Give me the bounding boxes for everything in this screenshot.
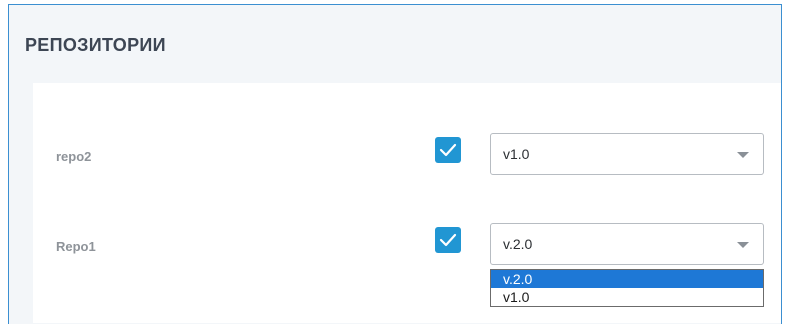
checkmark-icon <box>439 233 457 247</box>
repo1-version-value: v.2.0 <box>503 236 533 252</box>
repo2-version-value: v1.0 <box>503 146 530 162</box>
repo2-checkbox[interactable] <box>435 137 461 163</box>
repo2-version-select[interactable]: v1.0 <box>490 133 764 175</box>
panel-title: РЕПОЗИТОРИИ <box>25 35 166 55</box>
chevron-down-icon <box>737 242 749 248</box>
dropdown-option-v2[interactable]: v.2.0 <box>491 270 763 288</box>
panel-content: repo2 v1.0 Repo1 v.2.0 v.2.0 v1.0 <box>33 83 781 323</box>
panel-header: РЕПОЗИТОРИИ <box>9 5 781 83</box>
dropdown-option-v1[interactable]: v1.0 <box>491 288 763 306</box>
repo1-checkbox[interactable] <box>435 227 461 253</box>
repo1-version-dropdown: v.2.0 v1.0 <box>490 269 764 307</box>
chevron-down-icon <box>737 152 749 158</box>
repo1-version-select[interactable]: v.2.0 <box>490 223 764 265</box>
checkmark-icon <box>439 143 457 157</box>
repo-label-repo2: repo2 <box>56 149 92 164</box>
repo-label-repo1: Repo1 <box>56 239 96 254</box>
repositories-panel: РЕПОЗИТОРИИ repo2 v1.0 Repo1 v.2.0 v.2.0 <box>8 4 782 324</box>
